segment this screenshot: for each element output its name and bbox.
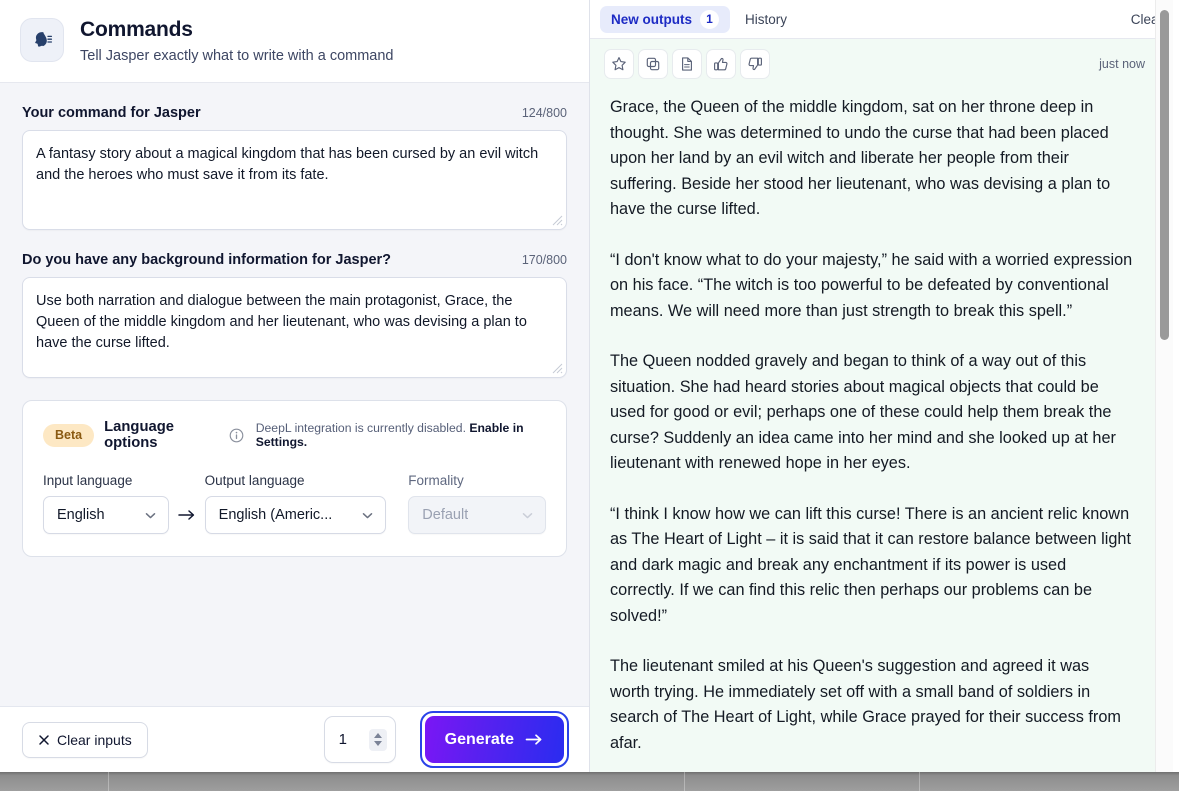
command-textarea-value: A fantasy story about a magical kingdom … bbox=[36, 146, 539, 183]
command-char-counter: 124/800 bbox=[521, 106, 567, 120]
language-options-card: Beta Language options DeepL integration … bbox=[22, 400, 567, 557]
background-label-row: Do you have any background information f… bbox=[22, 252, 567, 268]
background-label: Do you have any background information f… bbox=[22, 252, 392, 268]
background-char-counter: 170/800 bbox=[521, 253, 567, 267]
output-language-select[interactable]: English (Americ... bbox=[204, 496, 387, 534]
output-paragraph: The Queen nodded gravely and began to th… bbox=[610, 352, 1116, 472]
beta-badge: Beta bbox=[43, 423, 95, 447]
command-input-panel: Commands Tell Jasper exactly what to wri… bbox=[0, 0, 590, 772]
chevron-down-icon bbox=[363, 512, 373, 518]
output-language-group: Output language English (Americ... bbox=[204, 473, 387, 534]
language-direction-arrow bbox=[169, 496, 205, 534]
output-language-value: English (Americ... bbox=[218, 507, 333, 523]
formality-group: Formality Default bbox=[408, 473, 546, 534]
arrow-right-icon bbox=[177, 510, 194, 520]
tab-history-label: History bbox=[745, 11, 788, 27]
clear-inputs-button[interactable]: Clear inputs bbox=[22, 721, 148, 758]
quantity-stepper[interactable]: 1 bbox=[323, 716, 396, 763]
output-timestamp: just now bbox=[1099, 57, 1145, 71]
output-paragraph: The lieutenant smiled at his Queen's sug… bbox=[610, 657, 1121, 752]
info-circle-icon[interactable] bbox=[229, 428, 244, 443]
page-subtitle: Tell Jasper exactly what to write with a… bbox=[80, 48, 394, 64]
output-panel-header: New outputs 1 History Clear bbox=[590, 0, 1179, 39]
resize-handle-icon[interactable] bbox=[551, 362, 563, 374]
right-edge-strip bbox=[1173, 0, 1179, 772]
output-paragraph: “I don't know what to do your majesty,” … bbox=[610, 250, 1133, 320]
language-selects-row: Input language English Output language E… bbox=[43, 473, 546, 534]
output-panel: New outputs 1 History Clear just now Gra… bbox=[590, 0, 1179, 772]
generate-button-focus-ring: Generate bbox=[419, 711, 569, 768]
output-text-body: Grace, the Queen of the middle kingdom, … bbox=[590, 83, 1159, 772]
speaking-head-icon bbox=[20, 18, 64, 62]
input-language-label: Input language bbox=[43, 473, 133, 488]
background-textarea[interactable]: Use both narration and dialogue between … bbox=[22, 277, 567, 378]
quantity-value: 1 bbox=[338, 731, 347, 748]
tab-new-outputs-label: New outputs bbox=[611, 11, 692, 27]
page-title: Commands bbox=[80, 18, 193, 41]
output-content-area: just now Grace, the Queen of the middle … bbox=[590, 39, 1179, 772]
clear-inputs-label: Clear inputs bbox=[57, 731, 132, 748]
copy-icon[interactable] bbox=[638, 49, 668, 79]
output-paragraph: “I think I know how we can lift this cur… bbox=[610, 504, 1131, 625]
header-text-group: Commands Tell Jasper exactly what to wri… bbox=[80, 16, 394, 66]
command-label-row: Your command for Jasper 124/800 bbox=[22, 105, 567, 121]
deepl-status-text: DeepL integration is currently disabled. bbox=[255, 421, 466, 435]
document-icon[interactable] bbox=[672, 49, 702, 79]
panel-footer: Clear inputs 1 Generate bbox=[0, 706, 589, 772]
stepper-arrows-icon[interactable] bbox=[368, 728, 387, 751]
new-outputs-count-badge: 1 bbox=[700, 9, 719, 29]
background-field-block: Do you have any background information f… bbox=[22, 252, 567, 378]
chevron-down-icon bbox=[522, 512, 533, 518]
output-scrollbar-thumb[interactable] bbox=[1160, 10, 1169, 340]
formality-value: Default bbox=[422, 507, 469, 523]
formality-label: Formality bbox=[408, 473, 464, 488]
background-textarea-value: Use both narration and dialogue between … bbox=[36, 293, 527, 351]
resize-handle-icon[interactable] bbox=[551, 214, 563, 226]
output-paragraph: Grace, the Queen of the middle kingdom, … bbox=[610, 98, 1111, 218]
tab-new-outputs[interactable]: New outputs 1 bbox=[600, 5, 730, 33]
command-textarea[interactable]: A fantasy story about a magical kingdom … bbox=[22, 130, 567, 230]
input-language-select[interactable]: English bbox=[43, 496, 169, 534]
stepper-up-arrow[interactable] bbox=[373, 733, 382, 738]
panel-body: Your command for Jasper 124/800 A fantas… bbox=[0, 83, 589, 706]
thumbs-up-icon[interactable] bbox=[706, 49, 736, 79]
generate-label: Generate bbox=[444, 730, 514, 748]
arrow-right-icon bbox=[525, 734, 542, 745]
star-icon[interactable] bbox=[604, 49, 634, 79]
panel-header: Commands Tell Jasper exactly what to wri… bbox=[0, 0, 589, 83]
formality-select[interactable]: Default bbox=[408, 496, 546, 534]
output-scrollbar[interactable] bbox=[1155, 0, 1173, 772]
os-bottom-chrome bbox=[0, 772, 1179, 791]
language-options-title: Language options bbox=[104, 419, 174, 451]
stepper-down-arrow[interactable] bbox=[373, 741, 382, 746]
commands-app-window: Commands Tell Jasper exactly what to wri… bbox=[0, 0, 1179, 772]
chevron-down-icon bbox=[145, 512, 155, 518]
generate-button[interactable]: Generate bbox=[424, 716, 564, 763]
output-language-label: Output language bbox=[204, 473, 305, 488]
command-label: Your command for Jasper bbox=[22, 105, 201, 121]
input-language-group: Input language English bbox=[43, 473, 169, 534]
thumbs-down-icon[interactable] bbox=[740, 49, 770, 79]
tab-history[interactable]: History bbox=[734, 6, 798, 33]
deepl-status-note: DeepL integration is currently disabled.… bbox=[256, 421, 546, 449]
command-field-block: Your command for Jasper 124/800 A fantas… bbox=[22, 105, 567, 230]
language-options-header: Beta Language options DeepL integration … bbox=[43, 419, 546, 451]
close-x-icon bbox=[39, 734, 49, 745]
output-action-toolbar: just now bbox=[590, 39, 1159, 83]
input-language-value: English bbox=[57, 507, 105, 523]
